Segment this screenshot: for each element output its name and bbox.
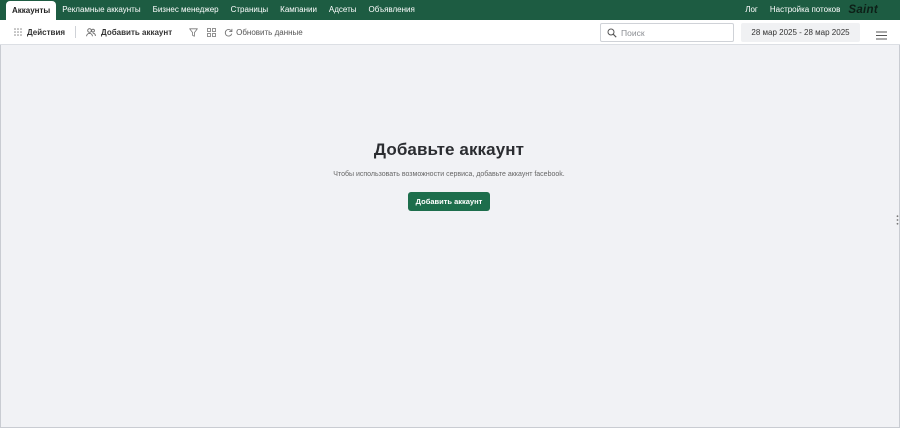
tab-adsets[interactable]: Адсеты	[323, 0, 363, 20]
search-box	[600, 23, 734, 42]
refresh-icon	[225, 28, 233, 37]
refresh-data-label: Обновить данные	[236, 27, 303, 37]
tab-accounts[interactable]: Аккаунты	[6, 1, 57, 20]
actions-label: Действия	[27, 27, 66, 37]
hamburger-menu-icon	[876, 31, 887, 40]
tab-ads[interactable]: Объявления	[363, 0, 421, 20]
search-input[interactable]	[621, 27, 721, 38]
filter-button[interactable]	[189, 27, 198, 37]
nav-right-group: Лог Настройка потоков Saint	[739, 0, 900, 20]
top-navigation: Аккаунты Рекламные аккаунты Бизнес менед…	[0, 0, 900, 20]
toolbar-divider	[75, 26, 77, 38]
date-range-picker[interactable]: 28 мар 2025 - 28 мар 2025	[741, 23, 860, 42]
add-account-button[interactable]: Добавить аккаунт	[407, 192, 491, 211]
filter-icon	[189, 27, 198, 37]
log-link[interactable]: Лог	[739, 0, 764, 20]
actions-button[interactable]: Действия	[14, 28, 65, 37]
flows-settings-link[interactable]: Настройка потоков	[764, 0, 847, 20]
add-account-toolbar-button[interactable]: Добавить аккаунт	[86, 28, 172, 37]
tab-business-manager[interactable]: Бизнес менеджер	[147, 0, 225, 20]
drag-handle-icon	[896, 215, 899, 225]
app-window	[0, 0, 900, 428]
toolbar: Действия Добавить аккаунт Обновить данны…	[0, 20, 900, 45]
empty-state-description: Чтобы использовать возможности сервиса, …	[333, 171, 565, 178]
grid-dots-icon	[14, 28, 22, 36]
tab-ad-accounts[interactable]: Рекламные аккаунты	[56, 0, 146, 20]
users-add-icon	[86, 27, 96, 36]
menu-button[interactable]	[876, 27, 887, 45]
tab-pages[interactable]: Страницы	[225, 0, 275, 20]
columns-icon	[207, 27, 217, 37]
empty-state-title: Добавьте аккаунт	[373, 140, 525, 159]
brand-logo: Saint	[848, 4, 878, 16]
tab-campaigns[interactable]: Кампании	[274, 0, 323, 20]
empty-state: Добавьте аккаунт Чтобы использовать возм…	[0, 140, 898, 211]
side-panel-handle[interactable]	[896, 212, 899, 230]
search-icon	[607, 28, 617, 38]
refresh-data-button[interactable]: Обновить данные	[224, 28, 303, 37]
add-account-toolbar-label: Добавить аккаунт	[101, 27, 173, 37]
columns-button[interactable]	[207, 27, 217, 37]
